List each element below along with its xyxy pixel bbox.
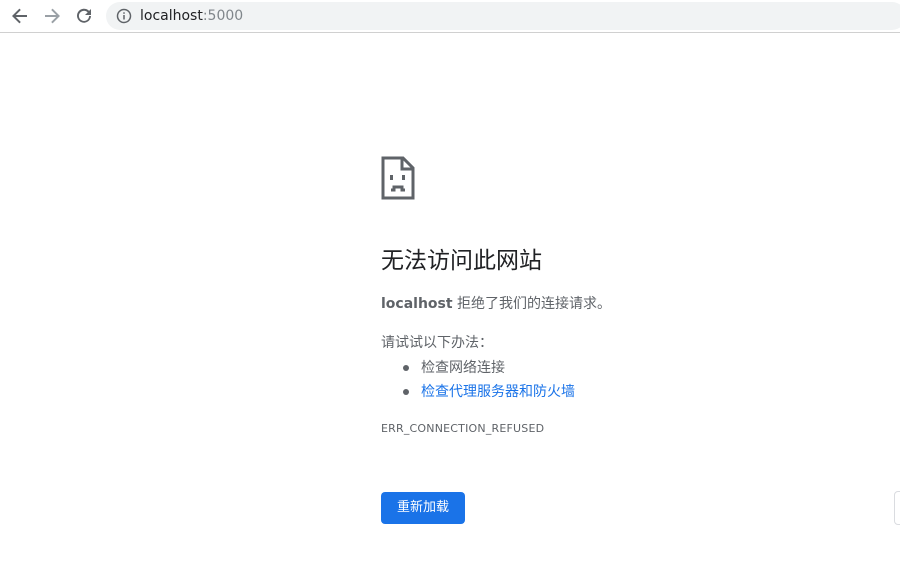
suggestion-check-proxy-link[interactable]: 检查代理服务器和防火墙 (421, 384, 575, 400)
suggestion-check-network: 检查网络连接 (421, 360, 505, 376)
error-description: localhost 拒绝了我们的连接请求。 (381, 294, 611, 314)
description-text: 拒绝了我们的连接请求。 (452, 296, 612, 312)
forward-button[interactable] (40, 4, 64, 28)
arrow-right-icon (45, 8, 60, 24)
sad-page-icon (381, 156, 415, 200)
info-icon[interactable] (116, 8, 132, 24)
suggestions-label: 请试试以下办法： (381, 335, 493, 351)
error-code: ERR_CONNECTION_REFUSED (381, 422, 545, 435)
reload-button[interactable] (72, 4, 96, 28)
description-host: localhost (381, 296, 453, 312)
arrow-left-icon (12, 8, 27, 24)
details-button-edge[interactable] (894, 491, 900, 525)
list-item: 检查代理服务器和防火墙 (381, 380, 575, 404)
back-button[interactable] (8, 4, 32, 28)
suggestions-list: 检查网络连接 检查代理服务器和防火墙 (381, 356, 575, 404)
url-port: :5000 (202, 8, 244, 24)
address-bar[interactable]: localhost:5000 (106, 2, 900, 30)
url-text[interactable]: localhost:5000 (140, 7, 243, 25)
bullet-icon (403, 389, 409, 395)
reload-icon (77, 8, 91, 23)
browser-toolbar: localhost:5000 (0, 0, 900, 33)
page-title: 无法访问此网站 (381, 248, 542, 274)
reload-page-button[interactable]: 重新加载 (381, 492, 465, 524)
list-item: 检查网络连接 (381, 356, 575, 380)
bullet-icon (403, 365, 409, 371)
url-host: localhost (140, 8, 203, 24)
